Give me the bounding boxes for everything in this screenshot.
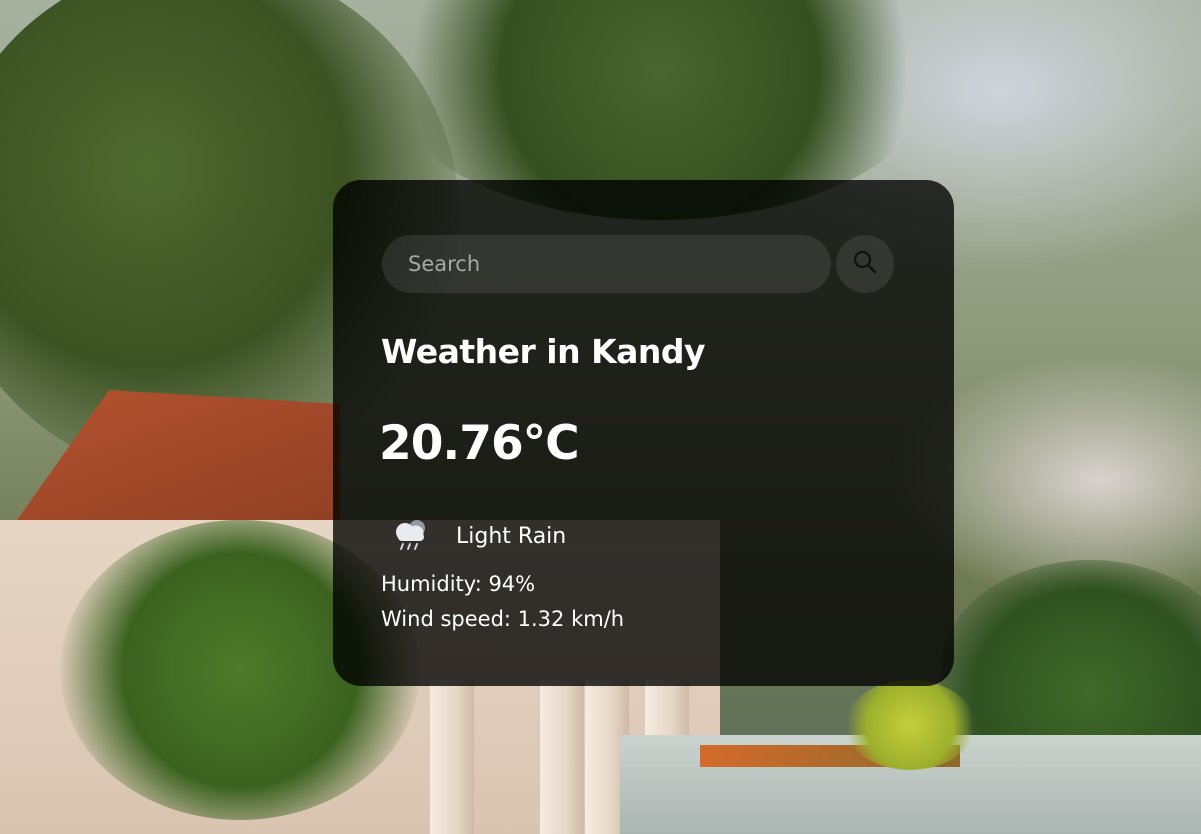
temple-pillar [430,680,474,834]
temperature: 20.76°C [379,416,580,471]
search-button[interactable] [836,235,894,293]
search-input[interactable] [382,235,831,293]
search-icon [852,249,878,279]
condition-text: Light Rain [456,523,567,549]
temple-pillar [540,680,584,834]
wind-speed: Wind speed: 1.32 km/h [381,607,625,631]
search-bar [382,235,894,293]
yellow-tree [845,680,975,770]
weather-condition: Light Rain [391,516,566,556]
weather-card: Weather in Kandy 20.76°C Light Rain Humi… [333,180,954,686]
rain-cloud-icon [391,516,431,556]
city-title: Weather in Kandy [381,332,706,371]
humidity: Humidity: 94% [381,572,536,596]
